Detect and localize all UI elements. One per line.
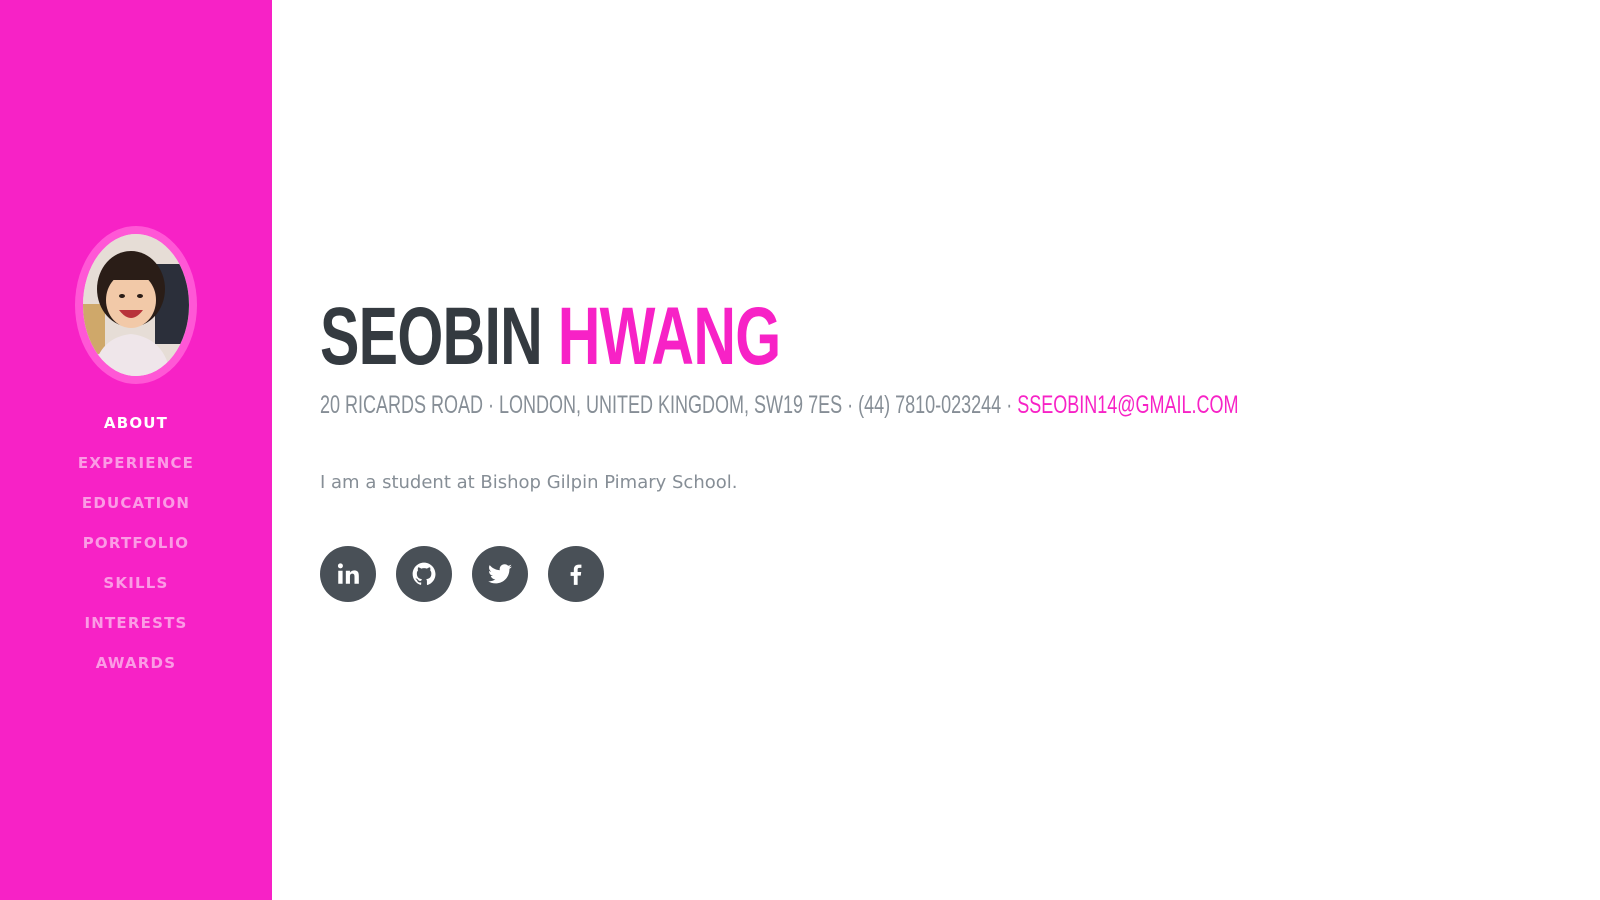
linkedin-icon bbox=[337, 563, 359, 584]
facebook-icon bbox=[570, 564, 582, 585]
nav-item-education[interactable]: EDUCATION bbox=[0, 494, 272, 512]
bio-text: I am a student at Bishop Gilpin Pimary S… bbox=[320, 472, 738, 493]
nav-item-about[interactable]: ABOUT bbox=[0, 414, 272, 432]
facebook-button[interactable] bbox=[548, 546, 604, 602]
avatar[interactable] bbox=[75, 226, 197, 384]
linkedin-button[interactable] bbox=[320, 546, 376, 602]
first-name: SEOBIN bbox=[320, 291, 543, 382]
github-button[interactable] bbox=[396, 546, 452, 602]
email-link[interactable]: SSEOBIN14@GMAIL.COM bbox=[1017, 391, 1238, 419]
profile-photo bbox=[83, 234, 189, 376]
nav-item-awards[interactable]: AWARDS bbox=[0, 654, 272, 672]
address-text: 20 RICARDS ROAD · LONDON, UNITED KINGDOM… bbox=[320, 391, 1013, 419]
nav-item-skills[interactable]: SKILLS bbox=[0, 574, 272, 592]
page-title: SEOBIN HWANG bbox=[320, 291, 781, 382]
nav-item-experience[interactable]: EXPERIENCE bbox=[0, 454, 272, 472]
nav-item-portfolio[interactable]: PORTFOLIO bbox=[0, 534, 272, 552]
contact-info: 20 RICARDS ROAD · LONDON, UNITED KINGDOM… bbox=[320, 390, 1239, 420]
github-icon bbox=[412, 562, 436, 585]
twitter-icon bbox=[488, 564, 512, 584]
nav-item-interests[interactable]: INTERESTS bbox=[0, 614, 272, 632]
twitter-button[interactable] bbox=[472, 546, 528, 602]
social-icons bbox=[320, 546, 604, 602]
last-name: HWANG bbox=[557, 291, 781, 382]
sidebar: ABOUT EXPERIENCE EDUCATION PORTFOLIO SKI… bbox=[0, 0, 272, 900]
